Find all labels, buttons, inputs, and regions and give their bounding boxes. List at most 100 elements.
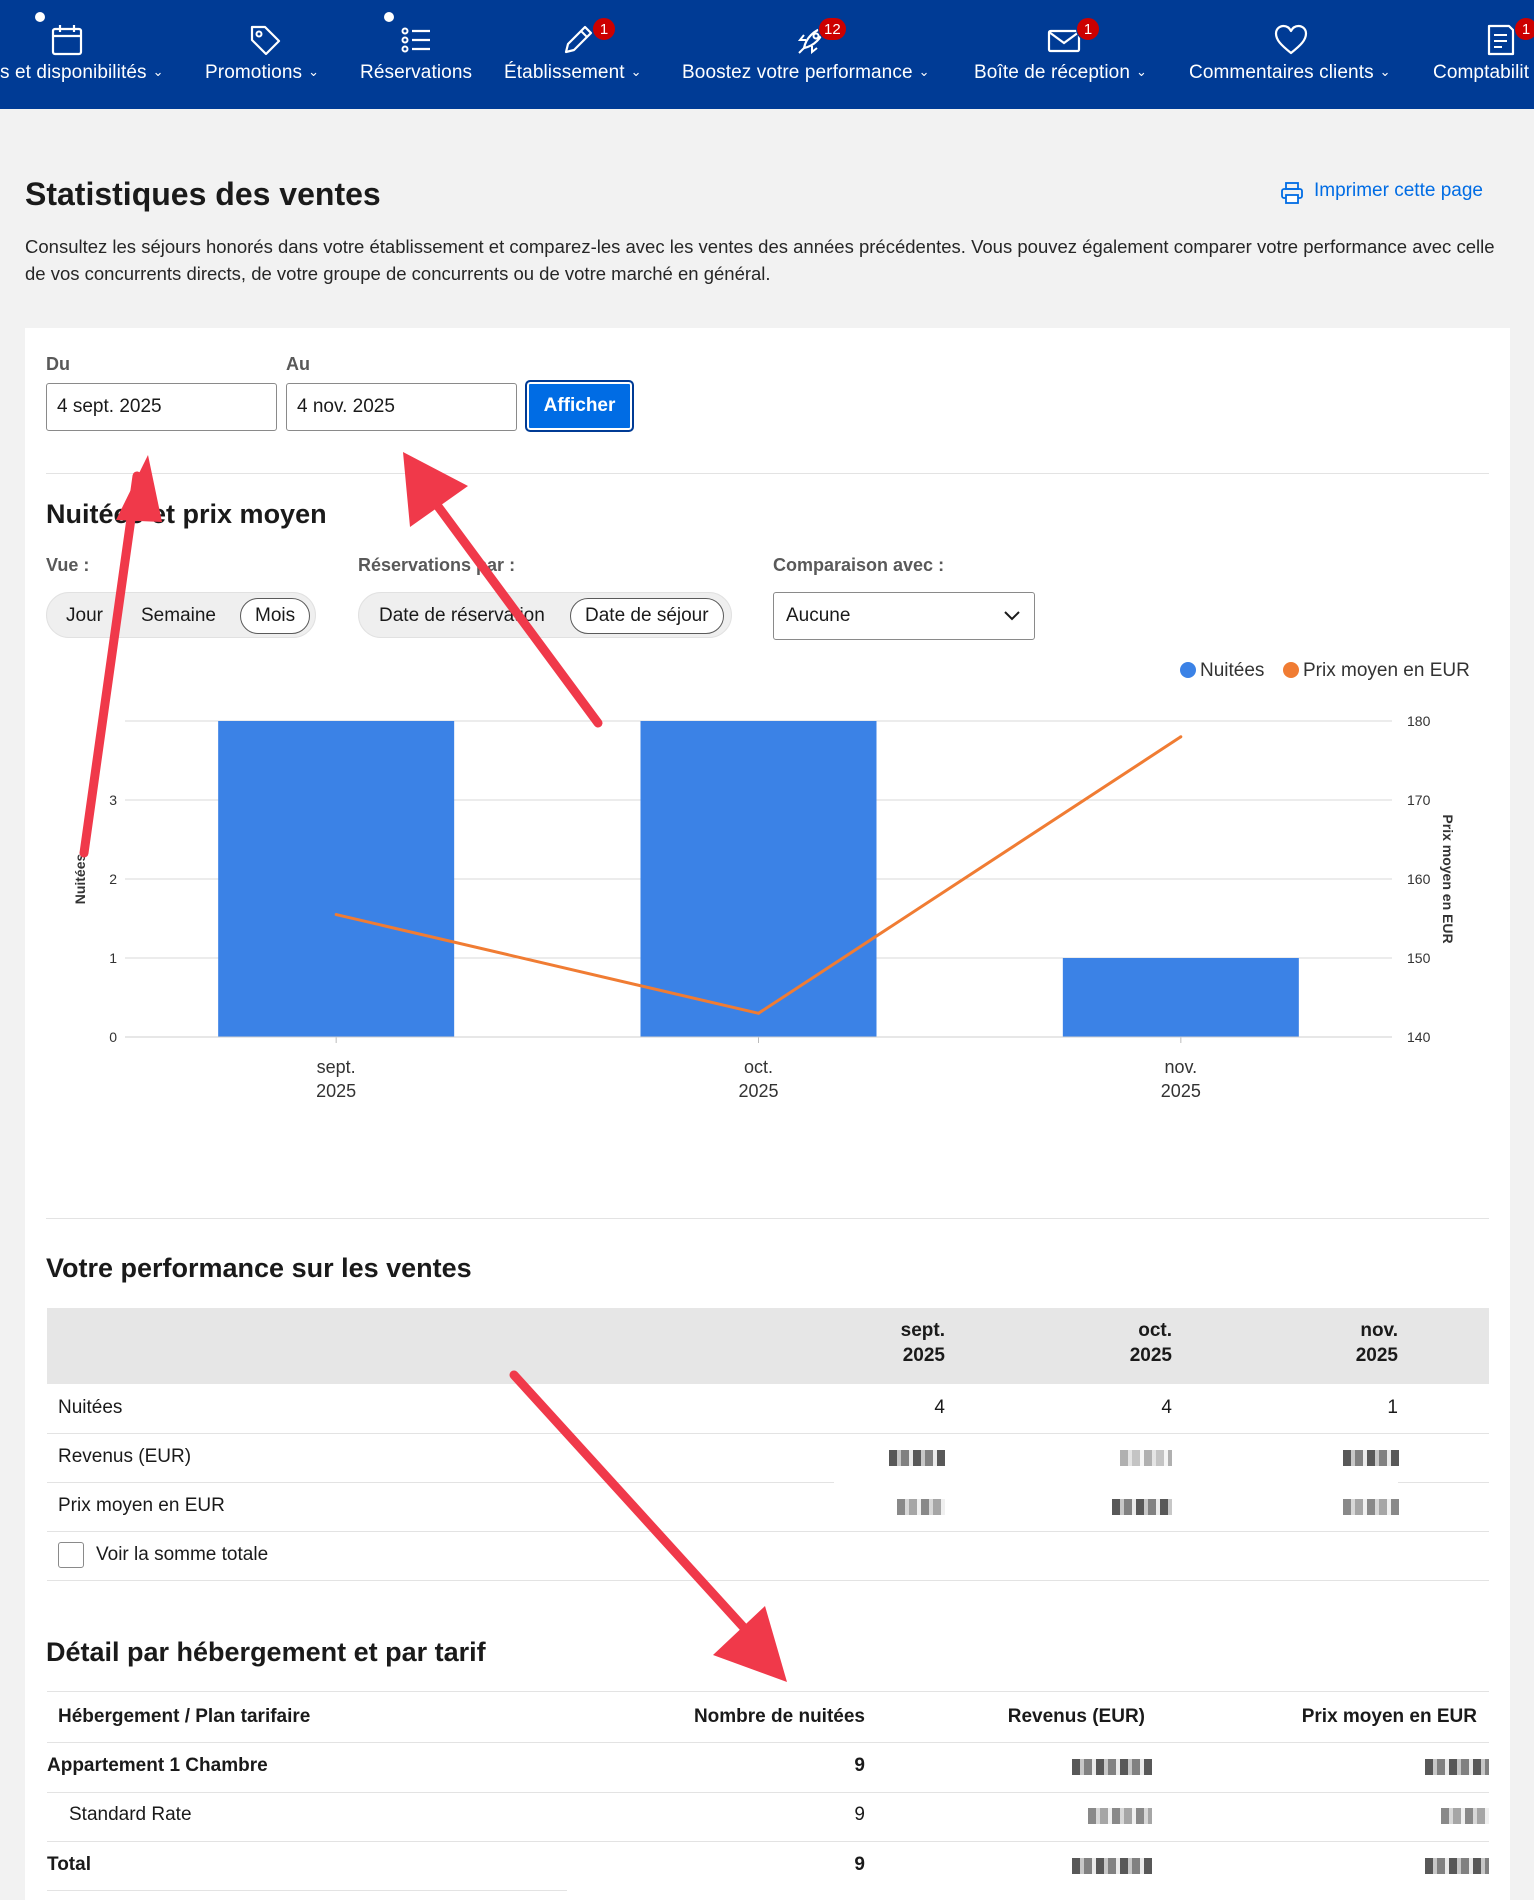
nav-item-inbox[interactable]: 1 Boîte de réception ⌄ [974, 0, 1156, 109]
show-total-checkbox[interactable] [58, 1542, 84, 1568]
x-tick-label: nov. [1164, 1057, 1197, 1077]
reservations-by-toggle: Date de réservation Date de séjour [358, 592, 732, 638]
tag-icon [250, 25, 281, 56]
nav-label: Commentaires clients [1189, 62, 1374, 83]
column-header: sept. 2025 [845, 1318, 945, 1368]
redacted-value [1425, 1858, 1489, 1874]
chevron-down-icon: ⌄ [630, 64, 642, 79]
redacted-value [1088, 1808, 1152, 1824]
reservations-by-label: Réservations par : [358, 555, 516, 575]
performance-table-header [47, 1308, 1489, 1384]
right-axis-tick-label: 160 [1407, 871, 1431, 887]
redacted-value [1112, 1499, 1172, 1515]
list-icon [401, 27, 430, 53]
option-stay-date[interactable]: Date de séjour [570, 598, 724, 634]
detail-row-label: Appartement 1 Chambre [47, 1755, 268, 1776]
detail-total-label: Total [47, 1854, 91, 1875]
calendar-icon [51, 25, 83, 56]
nav-item-rates-availability[interactable]: s et disponibilités ⌄ [0, 0, 170, 109]
row-divider [47, 1580, 1489, 1581]
heart-icon [1274, 24, 1308, 55]
from-date-input[interactable]: 4 sept. 2025 [46, 383, 277, 431]
intro-text: Consultez les séjours honorés dans votre… [25, 236, 1495, 284]
chevron-down-icon: ⌄ [152, 64, 164, 79]
chart-section-title: Nuitées et prix moyen [46, 499, 327, 529]
row-divider [47, 1792, 1489, 1793]
redacted-value [1120, 1450, 1172, 1466]
detail-title: Détail par hébergement et par tarif [46, 1637, 486, 1667]
right-axis-tick-label: 170 [1407, 792, 1431, 808]
redacted-value [1441, 1808, 1489, 1824]
column-header: oct. 2025 [1072, 1318, 1172, 1368]
print-link-label: Imprimer cette page [1314, 180, 1483, 201]
detail-header-nights: Nombre de nuitées [693, 1706, 865, 1727]
table-cell: 4 [934, 1397, 945, 1418]
nav-label: Établissement [504, 62, 625, 83]
chevron-down-icon: ⌄ [308, 64, 320, 79]
redacted-value [1343, 1499, 1399, 1515]
nav-item-reservations[interactable]: Réservations [360, 0, 480, 109]
show-button[interactable]: Afficher [525, 380, 634, 432]
column-header-year: 2025 [902, 1345, 945, 1366]
nav-item-promotions[interactable]: Promotions ⌄ [205, 0, 330, 109]
notification-badge: 1 [592, 17, 616, 41]
redacted-value [1425, 1759, 1489, 1775]
from-label: Du [46, 354, 70, 374]
row-divider [47, 1433, 1489, 1434]
x-tick-label: sept. [317, 1057, 356, 1077]
redacted-value [1072, 1759, 1152, 1775]
redacted-value [1343, 1450, 1399, 1466]
nav-item-boost-performance[interactable]: 12 Boostez votre performance ⌄ [682, 0, 952, 109]
notification-badge: 1 [1076, 17, 1100, 41]
right-axis-tick-label: 180 [1407, 713, 1431, 729]
to-date-input[interactable]: 4 nov. 2025 [286, 383, 517, 431]
row-divider [47, 1742, 1489, 1743]
nav-item-accounting[interactable]: 1 Comptabilit [1433, 0, 1534, 109]
view-label: Vue : [46, 555, 90, 575]
chevron-down-icon: ⌄ [918, 64, 930, 79]
row-label: Nuitées [58, 1397, 123, 1418]
nav-item-guest-reviews[interactable]: Commentaires clients ⌄ [1189, 0, 1391, 109]
print-page-link[interactable]: Imprimer cette page [1280, 180, 1483, 204]
detail-row-nights: 9 [854, 1804, 865, 1825]
column-header-month: sept. [900, 1320, 945, 1341]
chevron-down-icon [1004, 611, 1020, 621]
point-avg-price [334, 913, 338, 917]
view-option-week[interactable]: Semaine [127, 598, 230, 634]
nav-label: Promotions [205, 62, 303, 83]
compare-select[interactable]: Aucune [773, 592, 1035, 640]
left-axis-tick-label: 0 [109, 1029, 117, 1045]
detail-total-nights: 9 [854, 1854, 865, 1875]
pencil-icon [564, 25, 593, 54]
redacted-value [889, 1450, 945, 1466]
column-header-year: 2025 [1129, 1345, 1172, 1366]
performance-title: Votre performance sur les ventes [46, 1253, 472, 1283]
column-header-month: oct. [1138, 1320, 1172, 1341]
view-option-day[interactable]: Jour [52, 598, 117, 634]
option-booking-date[interactable]: Date de réservation [365, 598, 559, 634]
detail-header-avg-price: Prix moyen en EUR [1301, 1706, 1477, 1727]
top-navigation: s et disponibilités ⌄ Promotions ⌄ Réserva… [0, 0, 1534, 109]
row-divider [47, 1531, 1489, 1532]
show-total-label: Voir la somme totale [96, 1544, 269, 1565]
detail-row-label: Standard Rate [69, 1804, 192, 1825]
left-axis-tick-label: 3 [109, 792, 117, 808]
row-divider [1398, 1482, 1489, 1483]
view-option-month[interactable]: Mois [240, 598, 311, 634]
x-tick-label: 2025 [316, 1081, 356, 1101]
bar-nights [1062, 958, 1299, 1037]
bar-nights [640, 721, 877, 1037]
printer-icon [1281, 182, 1303, 204]
right-axis-tick-label: 150 [1407, 950, 1431, 966]
detail-header-accommodation: Hébergement / Plan tarifaire [58, 1706, 311, 1727]
right-axis-tick-label: 140 [1407, 1029, 1431, 1045]
redacted-value [1072, 1858, 1152, 1874]
nav-label: Boostez votre performance [682, 62, 913, 83]
notification-badge: 1 [1514, 17, 1534, 41]
redacted-value [897, 1499, 945, 1515]
left-axis-tick-label: 2 [109, 871, 117, 887]
stats-card: Du 4 sept. 2025 Au 4 nov. 2025 Afficher … [25, 328, 1510, 1900]
nav-item-property[interactable]: 1 Établissement ⌄ [504, 0, 652, 109]
nav-dot-indicator [384, 12, 394, 22]
row-label: Revenus (EUR) [58, 1446, 192, 1467]
